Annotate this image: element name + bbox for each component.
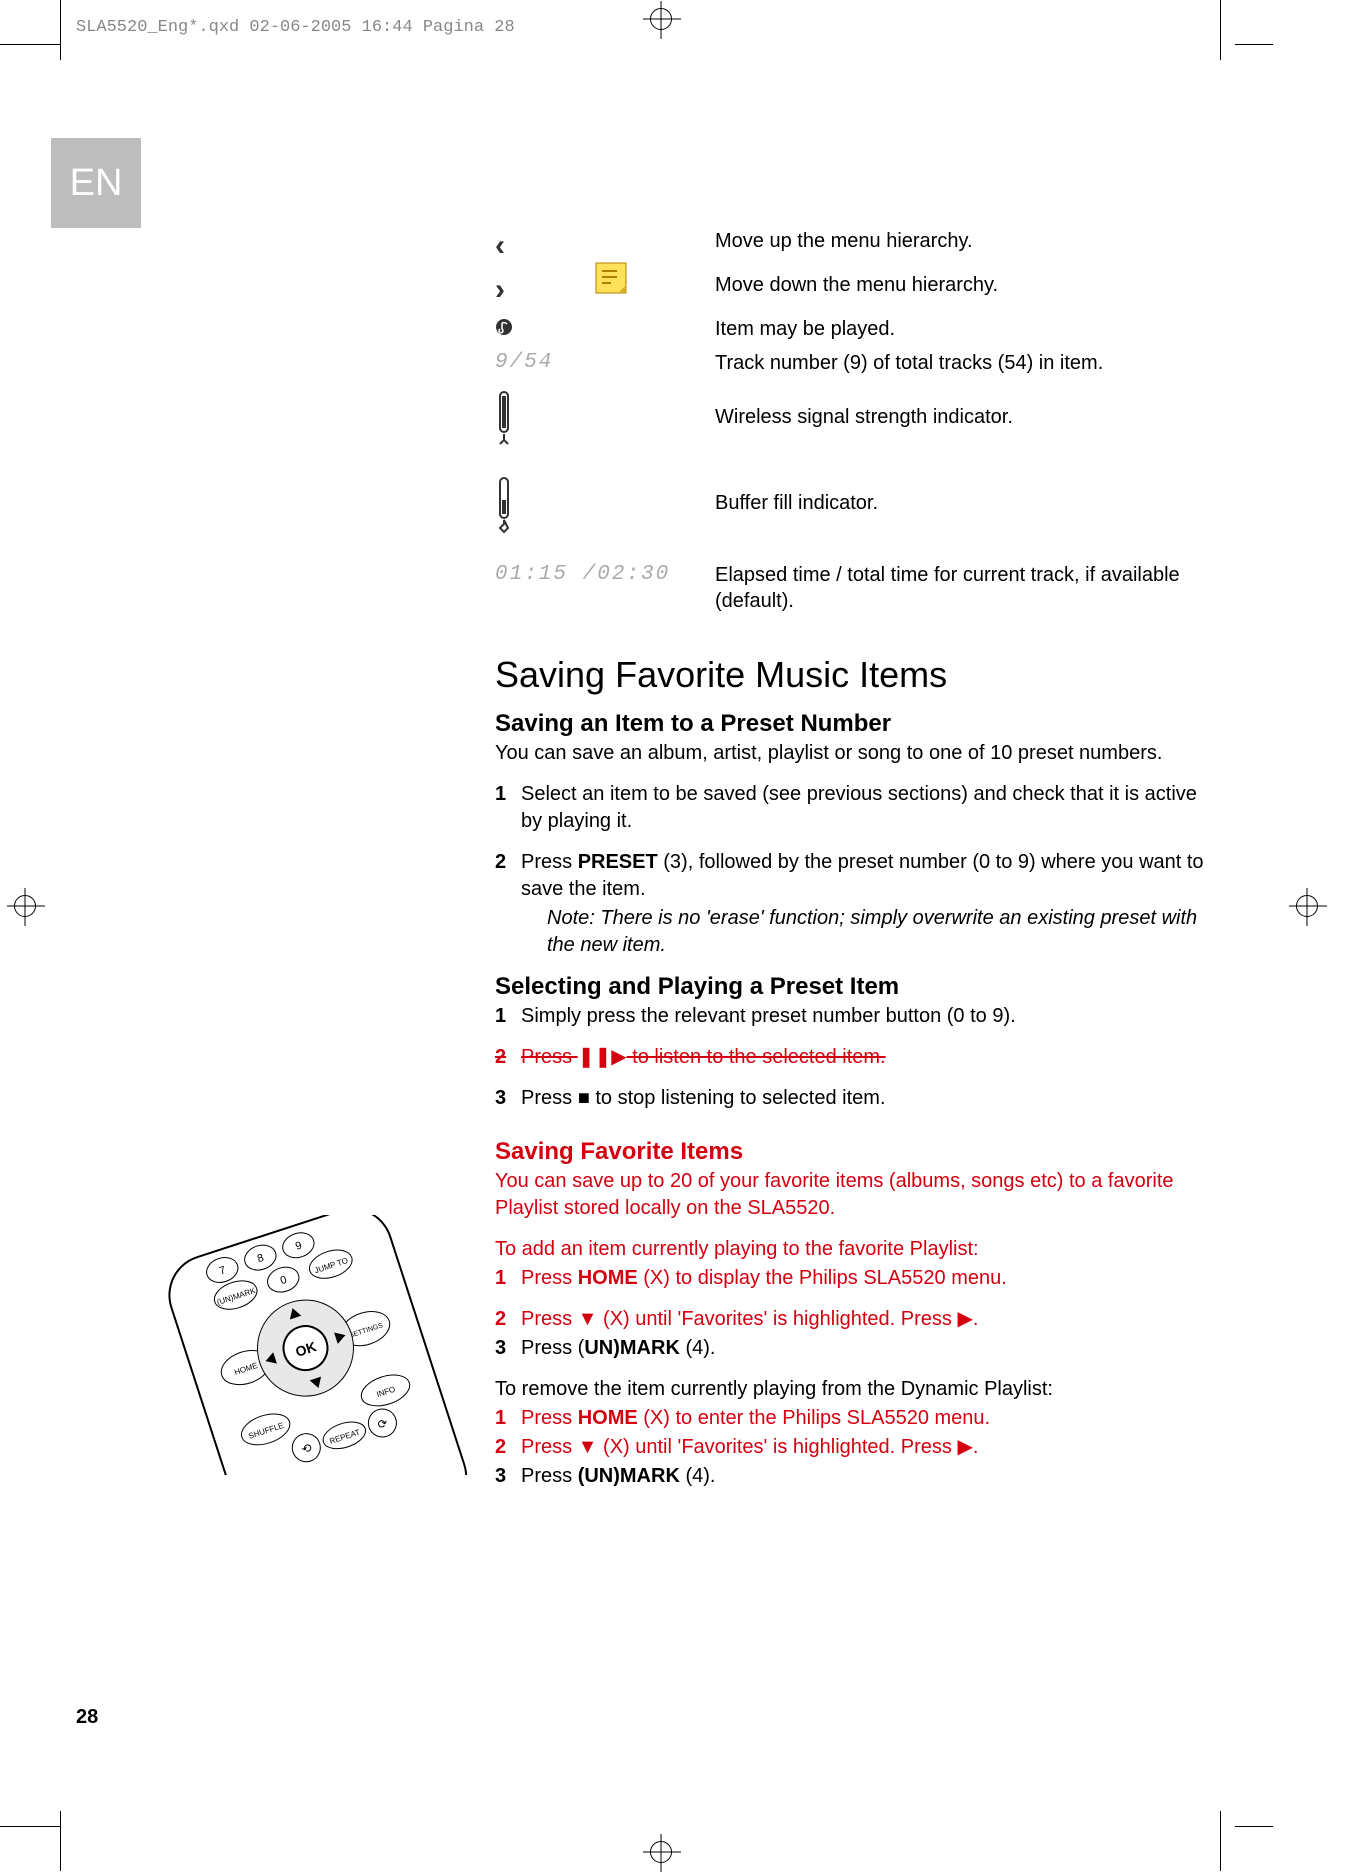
step-number: 3 — [495, 1085, 521, 1112]
remote-illustration: 7 8 9 (UN)MARK 0 JUMP TO HOME SETTINGS O… — [160, 1215, 470, 1475]
legend-desc: Move down the menu hierarchy. — [715, 272, 998, 298]
registration-mark — [14, 895, 36, 917]
step-text: Press ▼ (X) until 'Favorites' is highlig… — [521, 1306, 1215, 1333]
step-item: 3 Press (UN)MARK (4). — [495, 1463, 1215, 1490]
step-text: Press ■ to stop listening to selected it… — [521, 1085, 1215, 1112]
section-title: Saving Favorite Music Items — [495, 654, 1215, 696]
step-number: 2 — [495, 1044, 521, 1071]
crop-mark — [1220, 1811, 1221, 1871]
track-count-label: 9/54 — [495, 350, 715, 375]
crop-mark — [1235, 44, 1273, 45]
step-number: 3 — [495, 1335, 521, 1362]
elapsed-time-label: 01:15 /02:30 — [495, 562, 715, 587]
play-pause-icon: ❚❚▶ — [578, 1044, 627, 1071]
chevron-left-icon: ‹ — [495, 228, 715, 264]
subsection-title: Saving Favorite Items — [495, 1138, 1215, 1166]
subsection-title: Selecting and Playing a Preset Item — [495, 973, 1215, 1001]
step-text: Press HOME (X) to display the Philips SL… — [521, 1265, 1215, 1292]
body-text: To remove the item currently playing fro… — [495, 1376, 1215, 1403]
step-item-deleted: 2 Press ❚❚▶ to listen to the selected it… — [495, 1044, 1215, 1071]
buffer-indicator-icon — [495, 476, 715, 536]
step-number: 2 — [495, 1306, 521, 1333]
registration-mark — [650, 1841, 672, 1863]
step-text: Press ▼ (X) until 'Favorites' is highlig… — [521, 1434, 1215, 1461]
step-item: 2 Press ▼ (X) until 'Favorites' is highl… — [495, 1434, 1215, 1461]
chevron-right-icon: › — [495, 272, 715, 308]
step-number: 2 — [495, 849, 521, 959]
crop-mark — [1220, 0, 1221, 60]
crop-mark — [1235, 1826, 1273, 1827]
registration-mark — [1296, 895, 1318, 917]
step-number: 1 — [495, 1265, 521, 1292]
registration-mark — [650, 8, 672, 30]
note-text: Note: There is no 'erase' function; simp… — [547, 905, 1215, 959]
step-number: 1 — [495, 1003, 521, 1030]
subsection-title: Saving an Item to a Preset Number — [495, 710, 1215, 738]
step-text: Press HOME (X) to enter the Philips SLA5… — [521, 1405, 1215, 1432]
legend-desc: Elapsed time / total time for current tr… — [715, 562, 1215, 614]
step-item: 1 Simply press the relevant preset numbe… — [495, 1003, 1215, 1030]
step-number: 1 — [495, 781, 521, 835]
legend-desc: Track number (9) of total tracks (54) in… — [715, 350, 1103, 376]
crop-mark — [60, 0, 61, 60]
crop-mark — [0, 1826, 60, 1827]
step-item: 1 Press HOME (X) to display the Philips … — [495, 1265, 1215, 1292]
step-text: Press (UN)MARK (4). — [521, 1463, 1215, 1490]
step-text: Simply press the relevant preset number … — [521, 1003, 1215, 1030]
crop-mark — [60, 1811, 61, 1871]
step-item: 2 Press ▼ (X) until 'Favorites' is highl… — [495, 1306, 1215, 1333]
step-text: Press PRESET (3), followed by the preset… — [521, 849, 1215, 959]
page-number: 28 — [76, 1706, 98, 1729]
body-text: You can save an album, artist, playlist … — [495, 740, 1215, 767]
print-header: SLA5520_Eng*.qxd 02-06-2005 16:44 Pagina… — [76, 18, 515, 37]
language-badge: EN — [51, 138, 141, 228]
signal-indicator-icon — [495, 390, 715, 450]
stop-icon: ■ — [578, 1085, 590, 1112]
step-text: Press ❚❚▶ to listen to the selected item… — [521, 1044, 1215, 1071]
step-item: 1 Press HOME (X) to enter the Philips SL… — [495, 1405, 1215, 1432]
step-text: Press (UN)MARK (4). — [521, 1335, 1215, 1362]
step-item: 3 Press ■ to stop listening to selected … — [495, 1085, 1215, 1112]
step-item: 1 Select an item to be saved (see previo… — [495, 781, 1215, 835]
step-item: 2 Press PRESET (3), followed by the pres… — [495, 849, 1215, 959]
step-number: 1 — [495, 1405, 521, 1432]
crop-mark — [0, 44, 60, 45]
legend-desc: Buffer fill indicator. — [715, 476, 878, 516]
legend-desc: Wireless signal strength indicator. — [715, 390, 1013, 430]
legend-table: ‹ Move up the menu hierarchy. › Move dow… — [495, 228, 1215, 614]
legend-desc: Move up the menu hierarchy. — [715, 228, 973, 254]
step-item: 3 Press (UN)MARK (4). — [495, 1335, 1215, 1362]
legend-desc: Item may be played. — [715, 316, 895, 342]
body-text: To add an item currently playing to the … — [495, 1236, 1215, 1263]
step-number: 3 — [495, 1463, 521, 1490]
step-number: 2 — [495, 1434, 521, 1461]
step-text: Select an item to be saved (see previous… — [521, 781, 1215, 835]
music-note-icon — [495, 316, 715, 342]
body-text: You can save up to 20 of your favorite i… — [495, 1168, 1215, 1222]
